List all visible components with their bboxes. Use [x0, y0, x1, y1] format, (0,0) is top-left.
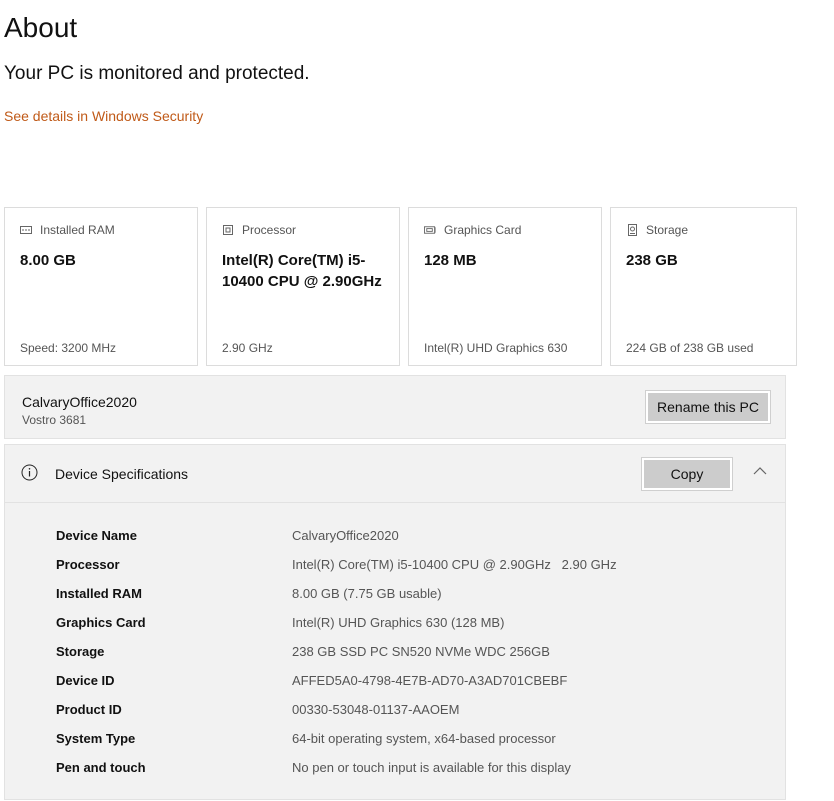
card-processor: Processor Intel(R) Core(TM) i5-10400 CPU…: [206, 207, 400, 366]
device-name: CalvaryOffice2020: [22, 394, 137, 410]
spec-key: Installed RAM: [56, 586, 142, 601]
spec-row-installed-ram: Installed RAM 8.00 GB (7.75 GB usable): [56, 583, 756, 612]
card-storage: Storage 238 GB 224 GB of 238 GB used: [610, 207, 797, 366]
spec-key: Processor: [56, 557, 120, 572]
storage-icon: [626, 224, 638, 236]
spec-row-storage: Storage 238 GB SSD PC SN520 NVMe WDC 256…: [56, 641, 756, 670]
card-value: 128 MB: [424, 252, 477, 269]
chevron-up-icon[interactable]: [752, 465, 768, 477]
card-graphics: Graphics Card 128 MB Intel(R) UHD Graphi…: [408, 207, 602, 366]
device-model: Vostro 3681: [22, 413, 87, 427]
card-label: Graphics Card: [444, 223, 522, 237]
spec-value: Intel(R) UHD Graphics 630 (128 MB): [292, 615, 505, 630]
spec-value: 64-bit operating system, x64-based proce…: [292, 731, 556, 746]
about-page: About Your PC is monitored and protected…: [0, 0, 834, 801]
graphics-card-icon: [424, 225, 436, 235]
spec-row-device-name: Device Name CalvaryOffice2020: [56, 525, 756, 554]
card-footer: 2.90 GHz: [222, 341, 273, 355]
card-label: Storage: [646, 223, 689, 237]
spec-row-pen-and-touch: Pen and touch No pen or touch input is a…: [56, 757, 756, 786]
spec-row-processor: Processor Intel(R) Core(TM) i5-10400 CPU…: [56, 554, 756, 583]
info-icon: [21, 464, 38, 481]
device-specifications-panel: Device Specifications Copy Device Name C…: [4, 444, 786, 800]
card-value: 238 GB: [626, 252, 678, 269]
card-value: Intel(R) Core(TM) i5-10400 CPU @ 2.90GHz: [222, 252, 382, 290]
ram-icon: [20, 225, 32, 235]
spec-key: Device ID: [56, 673, 115, 688]
spec-value: AFFED5A0-4798-4E7B-AD70-A3AD701CBEBF: [292, 673, 568, 688]
card-footer: Intel(R) UHD Graphics 630: [424, 341, 568, 355]
spec-value: 8.00 GB (7.75 GB usable): [292, 586, 442, 601]
card-label: Processor: [242, 223, 297, 237]
copy-button[interactable]: Copy: [641, 457, 733, 491]
spec-key: Graphics Card: [56, 615, 146, 630]
spec-row-graphics-card: Graphics Card Intel(R) UHD Graphics 630 …: [56, 612, 756, 641]
spec-row-device-id: Device ID AFFED5A0-4798-4E7B-AD70-A3AD70…: [56, 670, 756, 699]
spec-list: Device Name CalvaryOffice2020 Processor …: [56, 525, 756, 786]
device-specifications-header[interactable]: Device Specifications Copy: [5, 445, 785, 503]
specs-title: Device Specifications: [55, 466, 189, 482]
spec-key: Storage: [56, 644, 105, 659]
spec-value: 238 GB SSD PC SN520 NVMe WDC 256GB: [292, 644, 550, 659]
hardware-cards: Installed RAM 8.00 GB Speed: 3200 MHz Pr…: [4, 207, 797, 366]
spec-row-system-type: System Type 64-bit operating system, x64…: [56, 728, 756, 757]
card-footer: 224 GB of 238 GB used: [626, 341, 754, 355]
spec-row-product-id: Product ID 00330-53048-01137-AAOEM: [56, 699, 756, 728]
spec-value: 00330-53048-01137-AAOEM: [292, 702, 460, 717]
spec-value: Intel(R) Core(TM) i5-10400 CPU @ 2.90GHz…: [292, 557, 617, 572]
device-name-panel: CalvaryOffice2020 Vostro 3681 Rename thi…: [4, 375, 786, 439]
card-value: 8.00 GB: [20, 252, 76, 269]
spec-key: Product ID: [56, 702, 122, 717]
spec-key: System Type: [56, 731, 136, 746]
page-title: About: [4, 12, 78, 43]
processor-icon: [222, 225, 234, 235]
protection-status: Your PC is monitored and protected.: [4, 63, 310, 84]
spec-key: Device Name: [56, 528, 137, 543]
spec-value: No pen or touch input is available for t…: [292, 760, 571, 775]
spec-value: CalvaryOffice2020: [292, 528, 399, 543]
spec-key: Pen and touch: [56, 760, 146, 775]
rename-pc-button[interactable]: Rename this PC: [645, 390, 771, 424]
card-label: Installed RAM: [40, 223, 115, 237]
card-installed-ram: Installed RAM 8.00 GB Speed: 3200 MHz: [4, 207, 198, 366]
windows-security-link[interactable]: See details in Windows Security: [4, 108, 203, 124]
card-footer: Speed: 3200 MHz: [20, 341, 117, 355]
